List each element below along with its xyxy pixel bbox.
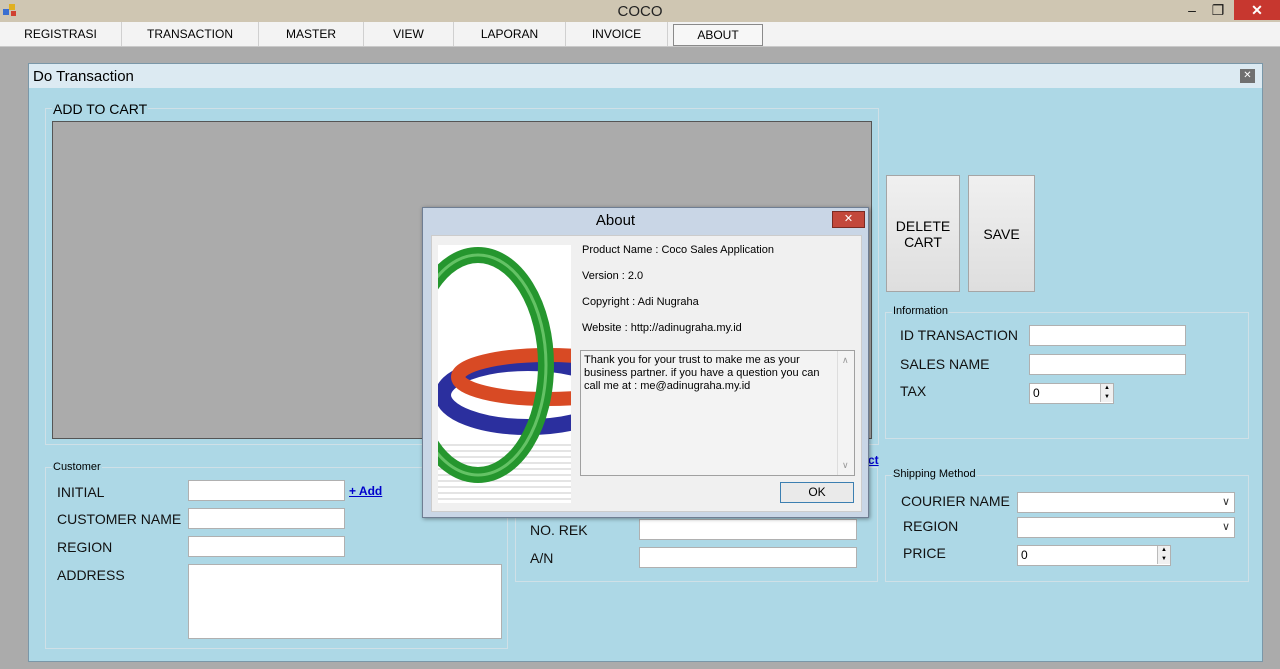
tax-down-icon[interactable]: ▼ bbox=[1100, 393, 1113, 402]
menu-transaction[interactable]: TRANSACTION bbox=[122, 22, 259, 46]
shipping-label: Shipping Method bbox=[892, 468, 977, 480]
region-label: REGION bbox=[57, 539, 113, 555]
information-label: Information bbox=[892, 305, 950, 317]
scroll-up-icon[interactable]: ∧ bbox=[842, 354, 849, 367]
menu-invoice[interactable]: INVOICE bbox=[566, 22, 668, 46]
about-close-icon[interactable]: ✕ bbox=[832, 211, 865, 228]
description-scrollbar[interactable]: ∧ ∨ bbox=[837, 351, 854, 475]
address-label: ADDRESS bbox=[57, 567, 125, 583]
chevron-down-icon: ∨ bbox=[1221, 521, 1230, 533]
about-dialog: About ✕ Product Name : Coco Sales Applic… bbox=[422, 207, 869, 518]
tax-value: 0 bbox=[1033, 386, 1040, 400]
child-title: Do Transaction bbox=[33, 68, 134, 85]
menu-bar: REGISTRASI TRANSACTION MASTER VIEW LAPOR… bbox=[0, 22, 1280, 47]
minimize-button[interactable]: – bbox=[1182, 0, 1202, 20]
initial-field[interactable] bbox=[188, 480, 345, 501]
shipping-region-select[interactable]: ∨ bbox=[1017, 517, 1235, 538]
initial-label: INITIAL bbox=[57, 484, 105, 500]
customer-label: Customer bbox=[52, 461, 102, 473]
window-title: COCO bbox=[617, 3, 663, 20]
shipping-region-label: REGION bbox=[903, 518, 959, 534]
menu-registrasi[interactable]: REGISTRASI bbox=[0, 22, 122, 46]
scroll-down-icon[interactable]: ∨ bbox=[842, 459, 849, 472]
sales-name-label: SALES NAME bbox=[900, 356, 990, 372]
menu-master[interactable]: MASTER bbox=[259, 22, 364, 46]
rings-logo bbox=[438, 245, 571, 503]
restore-button[interactable]: ❐ bbox=[1206, 0, 1230, 20]
delete-cart-button[interactable]: DELETE CART bbox=[886, 175, 960, 292]
no-rek-field[interactable] bbox=[639, 519, 857, 540]
description-textbox[interactable]: Thank you for your trust to make me as y… bbox=[580, 350, 855, 476]
tax-up-icon[interactable]: ▲ bbox=[1100, 384, 1113, 393]
child-title-bar: Do Transaction ✕ bbox=[29, 64, 1262, 88]
menu-view[interactable]: VIEW bbox=[364, 22, 454, 46]
about-title: About bbox=[595, 212, 636, 229]
chevron-down-icon: ∨ bbox=[1221, 496, 1230, 508]
save-button[interactable]: SAVE bbox=[968, 175, 1035, 292]
child-close-icon[interactable]: ✕ bbox=[1240, 69, 1255, 83]
title-bar: COCO – ❐ ✕ bbox=[0, 0, 1280, 22]
menu-about[interactable]: ABOUT bbox=[673, 24, 763, 46]
customer-name-label: CUSTOMER NAME bbox=[57, 511, 182, 527]
close-window-button[interactable]: ✕ bbox=[1234, 0, 1280, 20]
description-text: Thank you for your trust to make me as y… bbox=[584, 354, 820, 392]
price-down-icon[interactable]: ▼ bbox=[1157, 555, 1170, 564]
an-label: A/N bbox=[530, 550, 554, 566]
sales-name-field[interactable] bbox=[1029, 354, 1186, 375]
courier-select[interactable]: ∨ bbox=[1017, 492, 1235, 513]
tax-label: TAX bbox=[900, 383, 927, 399]
an-field[interactable] bbox=[639, 547, 857, 568]
id-transaction-label: ID TRANSACTION bbox=[900, 327, 1018, 343]
product-name-text: Product Name : Coco Sales Application bbox=[582, 244, 774, 256]
id-transaction-field[interactable] bbox=[1029, 325, 1186, 346]
add-customer-link[interactable]: + Add bbox=[349, 484, 382, 498]
select-link[interactable]: ct bbox=[868, 453, 879, 467]
version-text: Version : 2.0 bbox=[582, 270, 644, 282]
price-up-icon[interactable]: ▲ bbox=[1157, 546, 1170, 555]
tax-stepper[interactable]: 0 ▲ ▼ bbox=[1029, 383, 1114, 404]
copyright-text: Copyright : Adi Nugraha bbox=[582, 296, 699, 308]
courier-name-label: COURIER NAME bbox=[901, 493, 1010, 509]
price-stepper[interactable]: 0 ▲ ▼ bbox=[1017, 545, 1171, 566]
website-text: Website : http://adinugraha.my.id bbox=[582, 322, 742, 334]
price-label: PRICE bbox=[903, 545, 946, 561]
customer-region-field[interactable] bbox=[188, 536, 345, 557]
price-value: 0 bbox=[1021, 548, 1028, 562]
about-body: Product Name : Coco Sales Application Ve… bbox=[431, 235, 862, 512]
menu-laporan[interactable]: LAPORAN bbox=[454, 22, 566, 46]
address-field[interactable] bbox=[188, 564, 502, 639]
no-rek-label: NO. REK bbox=[530, 522, 588, 538]
customer-name-field[interactable] bbox=[188, 508, 345, 529]
add-to-cart-label: ADD TO CART bbox=[52, 101, 149, 117]
ok-button[interactable]: OK bbox=[780, 482, 854, 503]
